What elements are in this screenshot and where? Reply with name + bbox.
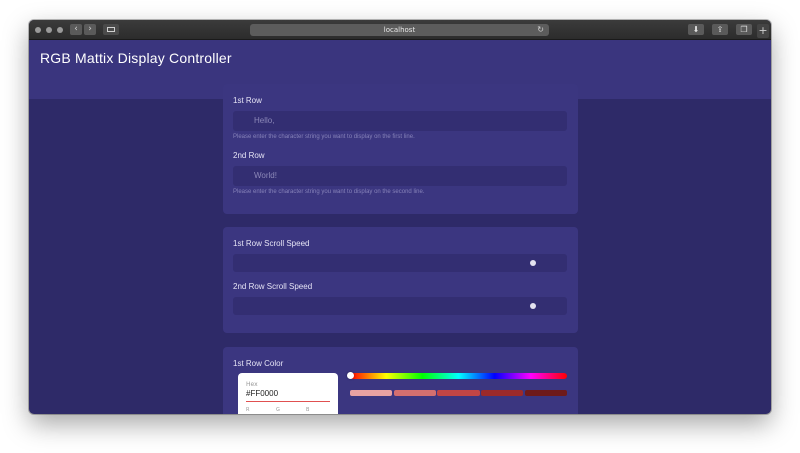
row2-hint: Please enter the character string you wa… [233,189,425,195]
row1-speed-slider-thumb[interactable] [529,260,536,266]
browser-titlebar: ‹ › localhost ↻ ⬇ ⇪ ❐ + [29,20,771,40]
browser-window: ‹ › localhost ↻ ⬇ ⇪ ❐ + RGB Mattix Displ… [29,20,771,414]
app-title: RGB Mattix Display Controller [40,50,232,66]
hex-input[interactable]: #FF0000 [246,389,278,398]
color-swatch[interactable] [350,390,393,396]
r-label: R [246,407,250,413]
row1-hint: Please enter the character string you wa… [233,134,415,140]
row1-color-card: 1st Row Color Hex #FF0000 R G B [223,347,578,414]
color-swatch[interactable] [437,390,480,396]
hex-label: Hex [246,381,258,388]
row2-speed-label: 2nd Row Scroll Speed [233,282,313,291]
row2-speed-slider-thumb[interactable] [529,303,536,309]
address-bar[interactable]: localhost ↻ [250,24,549,36]
reload-icon[interactable]: ↻ [537,24,544,36]
download-icon[interactable]: ⬇ [688,24,704,35]
forward-icon[interactable]: › [84,24,96,35]
minimize-window-dot[interactable] [46,27,52,33]
new-tab-icon[interactable]: + [757,24,769,38]
url-text: localhost [383,26,416,34]
close-window-dot[interactable] [35,27,41,33]
back-icon[interactable]: ‹ [70,24,82,35]
color-swatch[interactable] [481,390,524,396]
hex-input-underline [246,401,330,402]
share-icon[interactable]: ⇪ [712,24,728,35]
g-label: G [276,407,280,413]
row1-speed-slider[interactable] [233,254,567,272]
row1-text-input[interactable]: Hello, [233,111,567,131]
row1-label: 1st Row [233,96,262,105]
row2-label: 2nd Row [233,151,265,160]
color-swatch[interactable] [393,390,436,396]
hue-slider[interactable] [350,373,567,379]
tabs-overview-icon[interactable]: ❐ [736,24,752,35]
color-picker-panel: Hex #FF0000 R G B [238,373,338,414]
row1-color-label: 1st Row Color [233,359,284,368]
row2-speed-slider[interactable] [233,297,567,315]
sidebar-toggle-icon[interactable] [103,24,119,35]
zoom-window-dot[interactable] [57,27,63,33]
row1-speed-label: 1st Row Scroll Speed [233,239,310,248]
color-swatch[interactable] [524,390,567,396]
hue-slider-thumb[interactable] [347,372,354,379]
row2-text-input[interactable]: World! [233,166,567,186]
b-label: B [306,407,310,413]
text-settings-card: 1st Row Hello, Please enter the characte… [223,84,578,214]
scroll-speed-card: 1st Row Scroll Speed 2nd Row Scroll Spee… [223,227,578,333]
